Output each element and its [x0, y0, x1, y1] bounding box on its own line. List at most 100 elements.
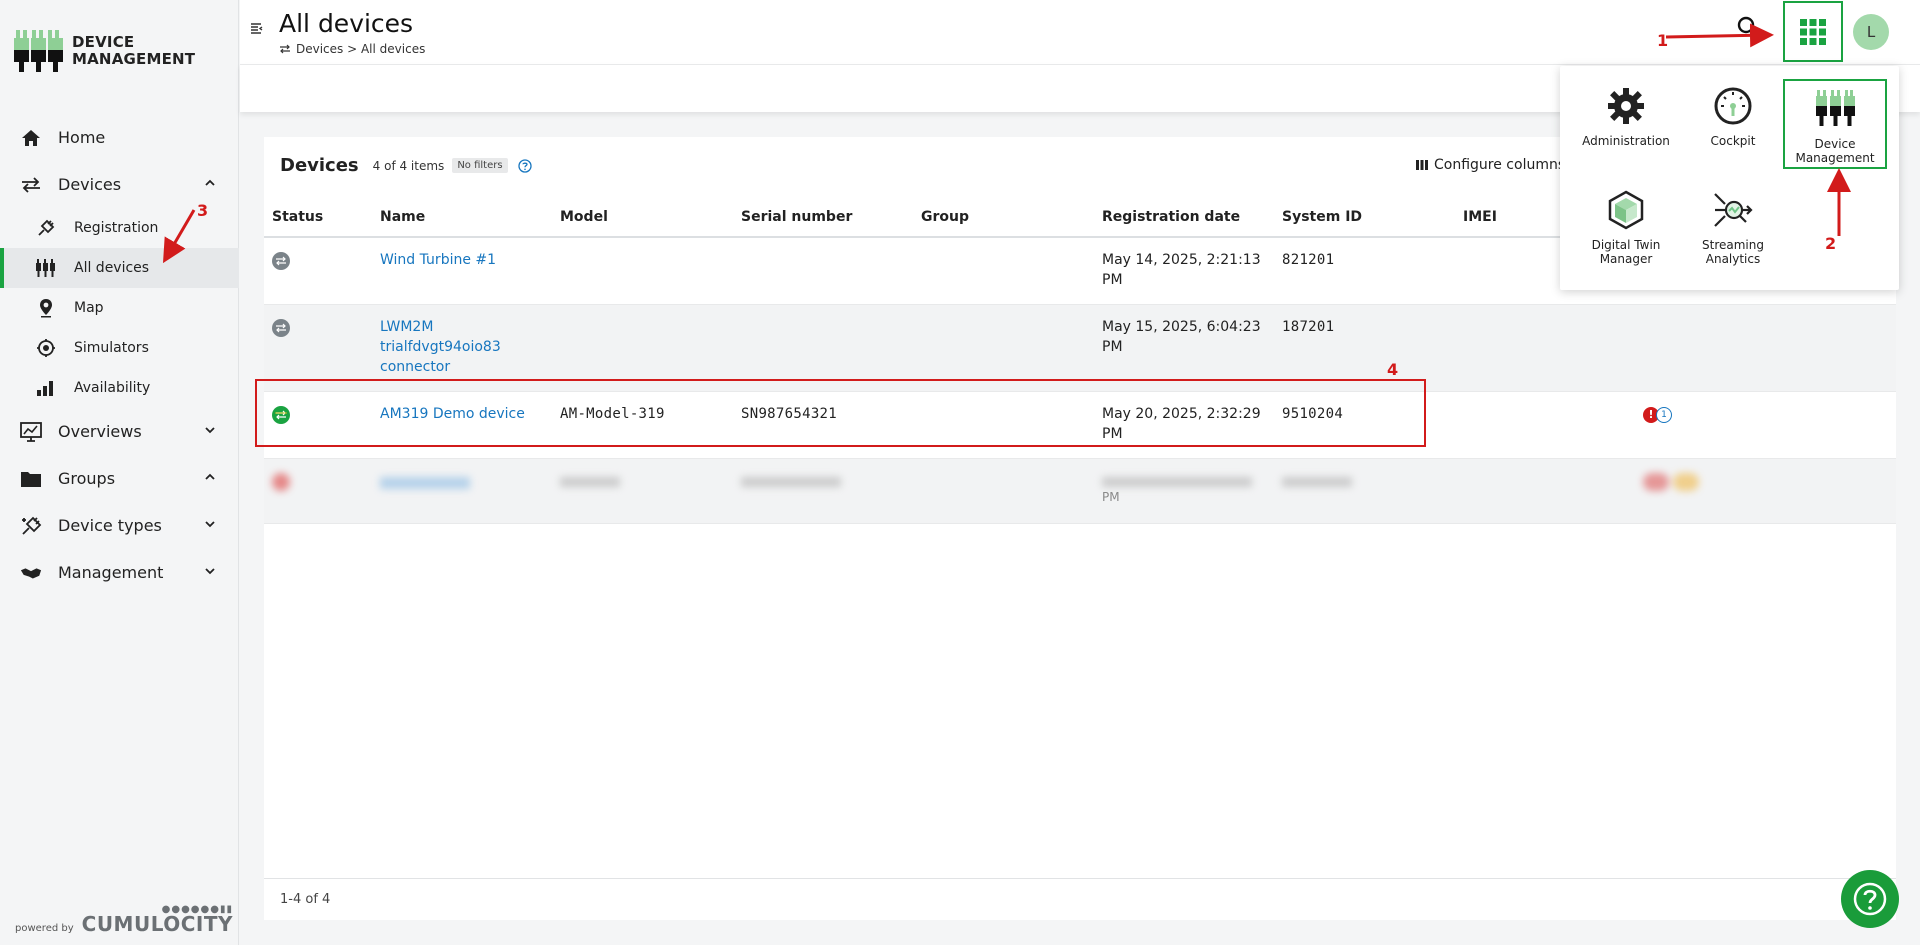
sidebar-item-management[interactable]: Management	[0, 549, 239, 596]
status-cell	[264, 237, 372, 305]
alarm-badges[interactable]: ! 1	[1643, 406, 1672, 423]
simulators-icon	[36, 338, 56, 358]
user-avatar[interactable]: L	[1853, 14, 1889, 50]
page-title: All devices	[279, 9, 414, 38]
registration-date-fragment: PM	[1102, 489, 1120, 504]
table-row[interactable]: PM	[264, 458, 1896, 524]
connection-offline-icon[interactable]	[272, 318, 290, 337]
column-header[interactable]: Serial number	[733, 197, 913, 238]
blurred-text	[1102, 476, 1252, 487]
gauge-icon	[1714, 87, 1752, 125]
grid-apps-icon	[1800, 18, 1826, 45]
device-management-icon	[1816, 90, 1855, 126]
app-tile-cockpit[interactable]: Cockpit	[1681, 78, 1785, 168]
sidebar-item-all-devices[interactable]: All devices	[0, 248, 239, 288]
app-tile-streaming-analytics[interactable]: Streaming Analytics	[1681, 182, 1785, 272]
card-title: Devices	[280, 155, 359, 176]
sidebar-item-label: Device types	[58, 516, 162, 535]
chevron-down-icon[interactable]	[203, 564, 217, 578]
availability-icon	[36, 378, 56, 398]
column-header[interactable]: Group	[913, 197, 1094, 238]
app-tile-label: Administration	[1582, 134, 1670, 148]
annotation-box-demo-device-row	[255, 379, 1426, 447]
configure-columns-label: Configure columns	[1434, 157, 1566, 173]
configure-columns-button[interactable]: Configure columns	[1416, 157, 1565, 173]
sidebar-item-home[interactable]: Home	[0, 114, 239, 161]
chevron-down-icon[interactable]	[203, 517, 217, 531]
app-tile-label: Digital Twin Manager	[1591, 238, 1661, 266]
search-icon[interactable]	[1736, 15, 1760, 39]
app-switcher-menu: Administration Cockpit Device Management…	[1560, 66, 1899, 290]
app-logo[interactable]: DEVICE MANAGEMENT	[14, 28, 195, 74]
group-cell	[913, 304, 1094, 392]
filter-badge: No filters	[452, 158, 508, 173]
sidebar-item-label: Groups	[58, 469, 116, 488]
sidebar-item-device-types[interactable]: Device types	[0, 502, 239, 549]
sidebar: DEVICE MANAGEMENT Home Devices Registrat…	[0, 0, 239, 945]
registration-date-cell: May 14, 2025, 2:21:13 PM	[1094, 237, 1274, 305]
card-header: Devices 4 of 4 items No filters	[280, 155, 532, 176]
streaming-analytics-icon	[1714, 193, 1753, 227]
sidebar-item-availability[interactable]: Availability	[0, 368, 239, 408]
blurred-text	[741, 476, 841, 487]
sidebar-item-label: Devices	[58, 175, 122, 194]
group-cell	[913, 458, 1094, 524]
column-header[interactable]: Name	[372, 197, 552, 238]
column-header[interactable]: Status	[264, 197, 372, 238]
blurred-alarm-badges	[1643, 472, 1699, 497]
powered-by: powered by ●●●●●●▮▮ CUMULOCITY	[15, 904, 233, 934]
breadcrumb: Devices > All devices	[279, 42, 425, 56]
items-count: 4 of 4 items	[372, 158, 445, 173]
sidebar-item-overviews[interactable]: Overviews	[0, 408, 239, 455]
name-cell	[372, 458, 552, 524]
logo-line-1: DEVICE	[72, 33, 135, 51]
device-name-link[interactable]: LWM2M trialfdvgt94oio83 connector	[380, 319, 501, 375]
connection-offline-icon[interactable]	[272, 252, 290, 270]
app-tile-label: Device Management	[1795, 137, 1875, 165]
question-icon	[1853, 882, 1887, 916]
sidebar-item-simulators[interactable]: Simulators	[0, 328, 239, 368]
column-header[interactable]: System ID	[1274, 197, 1455, 238]
app-switcher-button[interactable]	[1783, 1, 1843, 62]
app-tile-label: Cockpit	[1710, 134, 1756, 148]
groups-icon	[20, 468, 42, 490]
registration-date-cell: PM	[1094, 458, 1274, 524]
table-row[interactable]: LWM2M trialfdvgt94oio83 connector May 15…	[264, 304, 1896, 392]
map-pin-icon	[36, 298, 56, 318]
device-name-link[interactable]: Wind Turbine #1	[380, 252, 496, 268]
logo-line-2: MANAGEMENT	[72, 50, 196, 68]
model-cell	[552, 304, 733, 392]
sidebar-item-groups[interactable]: Groups	[0, 455, 239, 502]
app-tile-digital-twin-manager[interactable]: Digital Twin Manager	[1574, 182, 1678, 272]
chevron-down-icon[interactable]	[203, 423, 217, 437]
name-cell: LWM2M trialfdvgt94oio83 connector	[372, 304, 552, 392]
devices-icon	[280, 44, 290, 54]
sidebar-item-label: Management	[58, 563, 164, 582]
chevron-up-icon[interactable]	[203, 470, 217, 484]
blurred-device-name[interactable]	[380, 476, 470, 489]
column-header[interactable]: Model	[552, 197, 733, 238]
collapse-sidebar-icon[interactable]	[250, 22, 264, 36]
annotation-step-1: 1	[1657, 31, 1669, 50]
imei-cell	[1455, 304, 1896, 392]
breadcrumb-text[interactable]: Devices > All devices	[296, 42, 425, 56]
model-cell	[552, 237, 733, 305]
app-tile-device-management[interactable]: Device Management	[1783, 79, 1887, 169]
sidebar-item-map[interactable]: Map	[0, 288, 239, 328]
annotation-step-2: 2	[1825, 234, 1837, 253]
help-button[interactable]	[1841, 870, 1899, 928]
management-icon	[20, 562, 42, 584]
all-devices-icon	[36, 258, 56, 278]
pagination-summary: 1-4 of 4	[264, 878, 1896, 920]
serial-cell	[733, 458, 913, 524]
column-header[interactable]: Registration date	[1094, 197, 1274, 238]
sidebar-item-label: Home	[58, 128, 106, 147]
devices-icon	[20, 174, 42, 196]
chevron-up-icon[interactable]	[203, 176, 217, 190]
app-tile-administration[interactable]: Administration	[1574, 78, 1678, 168]
connection-status-icon[interactable]	[272, 472, 290, 491]
blurred-text	[560, 476, 620, 487]
help-icon[interactable]	[517, 158, 532, 173]
system-id-cell: 821201	[1274, 237, 1455, 305]
system-id-cell	[1274, 458, 1455, 524]
